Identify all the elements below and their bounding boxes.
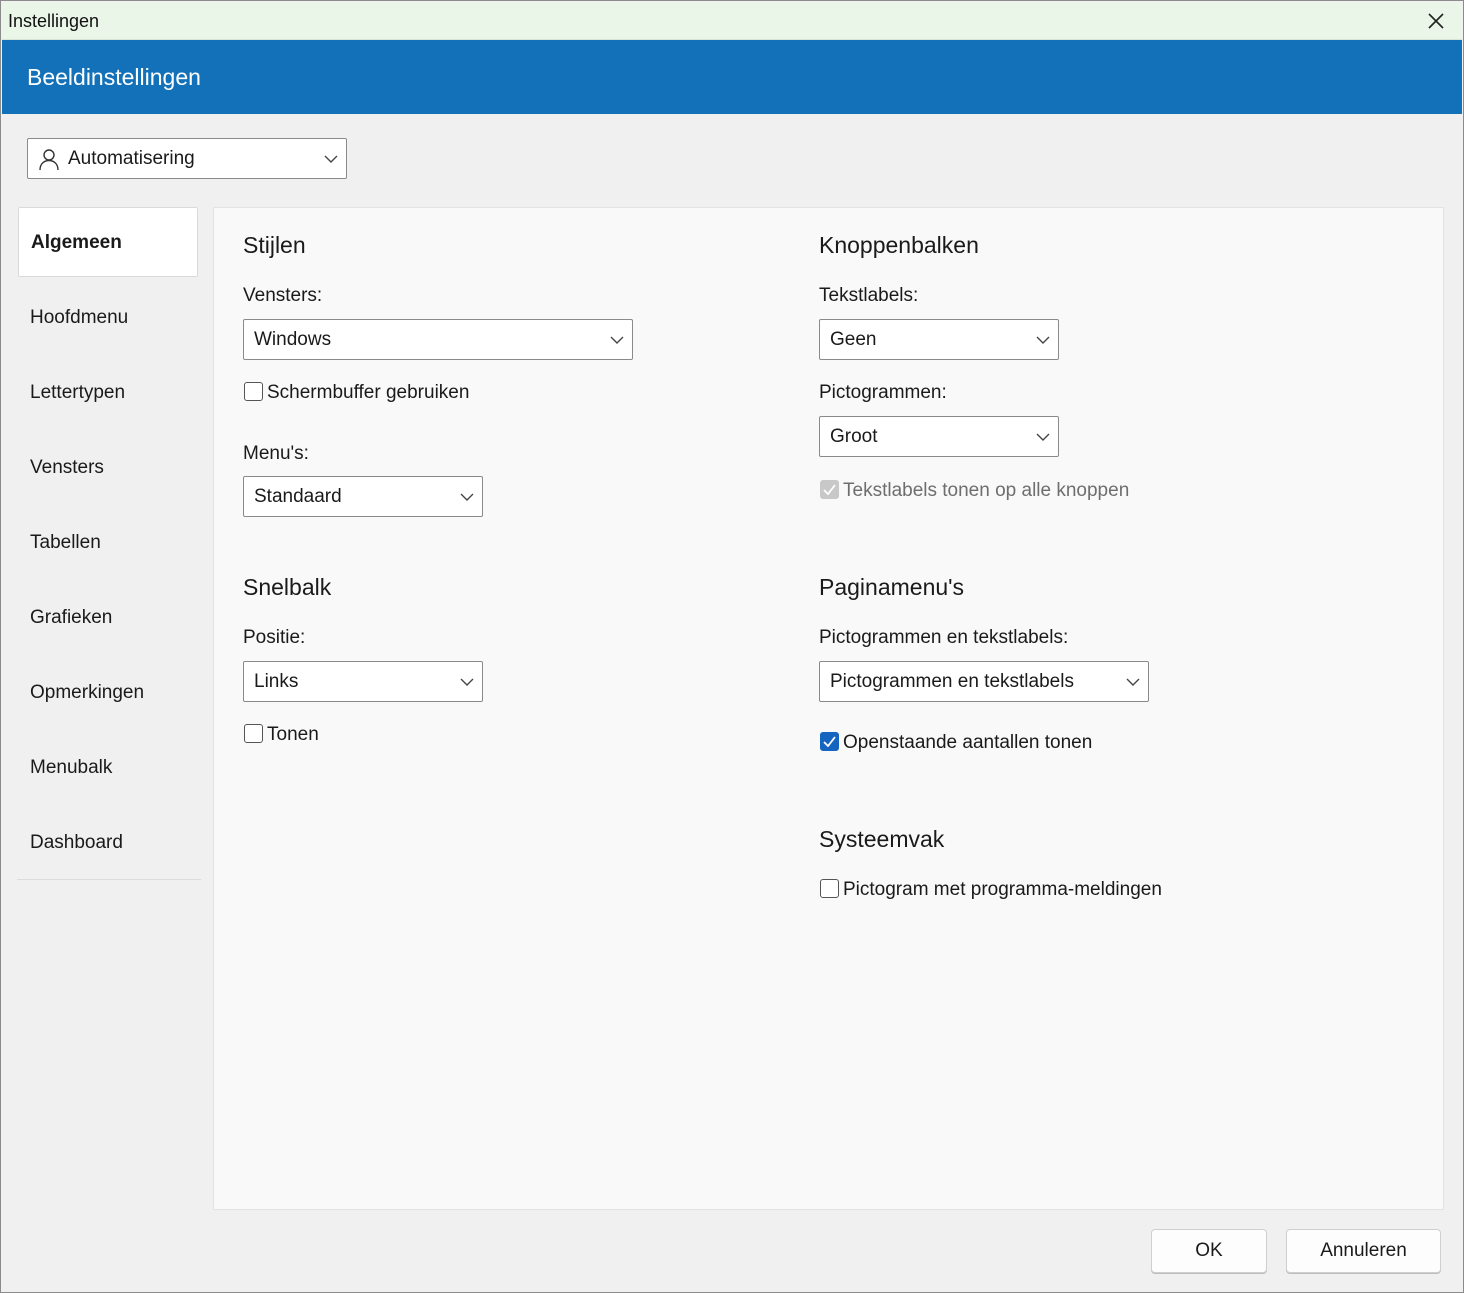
nav-item-lettertypen[interactable]: Lettertypen xyxy=(18,358,198,428)
menus-select[interactable]: Standaard xyxy=(243,476,483,517)
chevron-down-icon xyxy=(610,336,624,344)
nav-item-vensters[interactable]: Vensters xyxy=(18,433,198,503)
chevron-down-icon xyxy=(1036,336,1050,344)
pict-tekstlabels-select[interactable]: Pictogrammen en tekstlabels xyxy=(819,661,1149,702)
checkmark-icon xyxy=(823,484,836,495)
pictogrammen-select[interactable]: Groot xyxy=(819,416,1059,457)
profile-value: Automatisering xyxy=(68,148,195,169)
schermbuffer-label[interactable]: Schermbuffer gebruiken xyxy=(267,382,469,404)
nav-item-label: Menubalk xyxy=(30,757,113,778)
tekstlabels-select[interactable]: Geen xyxy=(819,319,1059,360)
cancel-button[interactable]: Annuleren xyxy=(1286,1229,1441,1273)
paginamenus-heading: Paginamenu's xyxy=(819,574,965,600)
nav-item-dashboard[interactable]: Dashboard xyxy=(18,808,198,878)
vensters-label: Vensters: xyxy=(243,285,323,306)
pict-tekstlabels-label: Pictogrammen en tekstlabels: xyxy=(819,627,1069,648)
settings-window: Instellingen Beeldinstellingen Automatis… xyxy=(0,0,1464,1293)
vensters-value: Windows xyxy=(254,329,332,350)
ok-button[interactable]: OK xyxy=(1151,1229,1267,1273)
knoppenbalken-heading: Knoppenbalken xyxy=(819,232,979,258)
nav-item-label: Grafieken xyxy=(30,607,113,628)
menus-label: Menu's: xyxy=(243,443,309,464)
snelbalk-heading: Snelbalk xyxy=(243,574,332,600)
nav-item-label: Dashboard xyxy=(30,832,123,853)
nav-item-label: Vensters xyxy=(30,457,104,478)
user-icon xyxy=(39,149,59,171)
vensters-select[interactable]: Windows xyxy=(243,319,633,360)
alle-knoppen-checkbox xyxy=(820,480,839,499)
nav-item-algemeen[interactable]: Algemeen xyxy=(18,207,198,277)
nav-item-tabellen[interactable]: Tabellen xyxy=(18,508,198,578)
chevron-down-icon xyxy=(1126,678,1140,686)
page-title: Beeldinstellingen xyxy=(27,64,201,90)
close-icon[interactable] xyxy=(1426,11,1446,31)
tonen-checkbox[interactable] xyxy=(244,724,263,743)
pictogrammen-value: Groot xyxy=(830,426,878,447)
ok-button-label: OK xyxy=(1195,1240,1223,1261)
nav-item-label: Opmerkingen xyxy=(30,682,145,703)
positie-value: Links xyxy=(254,671,299,692)
nav-item-grafieken[interactable]: Grafieken xyxy=(18,583,198,653)
tekstlabels-value: Geen xyxy=(830,329,877,350)
alle-knoppen-label: Tekstlabels tonen op alle knoppen xyxy=(843,480,1130,501)
nav-item-menubalk[interactable]: Menubalk xyxy=(18,733,198,803)
nav-item-label: Hoofdmenu xyxy=(30,307,129,328)
nav-item-label: Algemeen xyxy=(31,232,122,253)
chevron-down-icon xyxy=(1036,433,1050,441)
nav-item-hoofdmenu[interactable]: Hoofdmenu xyxy=(18,283,198,353)
pictogrammen-label: Pictogrammen: xyxy=(819,382,947,403)
positie-label: Positie: xyxy=(243,627,306,648)
settings-panel: Stijlen Vensters: Windows Schermbuffer g… xyxy=(213,207,1444,1210)
window-title: Instellingen xyxy=(8,11,100,31)
nav-item-opmerkingen[interactable]: Opmerkingen xyxy=(18,658,198,728)
header-banner: Beeldinstellingen xyxy=(2,40,1462,114)
settings-nav: Algemeen Hoofdmenu Lettertypen Vensters … xyxy=(17,207,201,880)
pict-tekstlabels-value: Pictogrammen en tekstlabels xyxy=(830,671,1074,692)
positie-select[interactable]: Links xyxy=(243,661,483,702)
checkmark-icon xyxy=(823,736,836,747)
stijlen-heading: Stijlen xyxy=(243,232,306,258)
schermbuffer-checkbox[interactable] xyxy=(244,382,263,401)
nav-item-label: Tabellen xyxy=(30,532,101,553)
pictogram-meldingen-label[interactable]: Pictogram met programma-meldingen xyxy=(843,879,1162,901)
tekstlabels-label: Tekstlabels: xyxy=(819,285,919,306)
chevron-down-icon xyxy=(460,493,474,501)
cancel-button-label: Annuleren xyxy=(1320,1240,1407,1261)
openstaande-label[interactable]: Openstaande aantallen tonen xyxy=(843,732,1092,754)
profile-select[interactable]: Automatisering xyxy=(27,138,347,179)
tonen-label[interactable]: Tonen xyxy=(267,724,319,746)
pictogram-meldingen-checkbox[interactable] xyxy=(820,879,839,898)
chevron-down-icon xyxy=(324,155,338,163)
menus-value: Standaard xyxy=(254,486,342,507)
title-bar: Instellingen xyxy=(2,2,1462,40)
systeemvak-heading: Systeemvak xyxy=(819,826,945,852)
nav-item-label: Lettertypen xyxy=(30,382,126,403)
chevron-down-icon xyxy=(460,678,474,686)
openstaande-checkbox[interactable] xyxy=(820,732,839,751)
